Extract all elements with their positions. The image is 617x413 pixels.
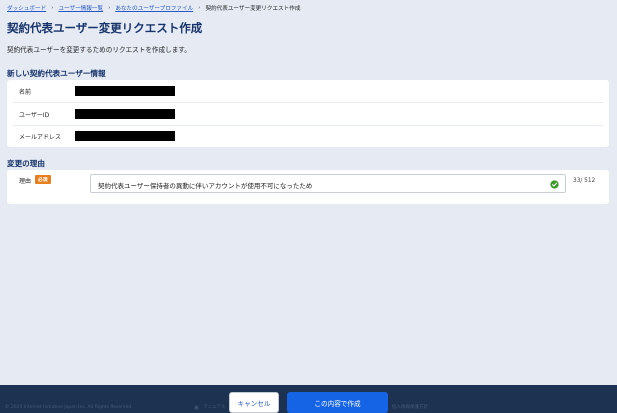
breadcrumb-link-dashboard[interactable]: ダッシュボード [7,4,46,12]
reason-card: 理由 必須 契約代表ユーザー保持者の異動に伴いアカウントが使用不可になったため … [7,170,609,204]
footer-privacy-link[interactable]: 個人情報保護方針 [392,404,428,410]
breadcrumb-current: 契約代表ユーザー変更リクエスト作成 [205,6,301,12]
reason-section-title: 変更の理由 [7,159,45,168]
create-submit-button[interactable]: この内容で作成 [287,392,388,413]
user-id-label: ユーザーID [19,111,50,119]
breadcrumb: ダッシュボード › ユーザー情報一覧 › あなたのユーザープロファイル › 契約… [7,3,300,13]
breadcrumb-separator: › [198,5,201,11]
cancel-button[interactable]: キャンセル [229,392,279,413]
email-row: メールアドレス [7,125,609,147]
reason-input-value: 契約代表ユーザー保持者の異動に伴いアカウントが使用不可になったため [98,182,313,190]
email-label: メールアドレス [19,133,62,141]
breadcrumb-separator: › [51,5,54,11]
breadcrumb-link-user-profile[interactable]: あなたのユーザープロファイル [115,4,193,12]
breadcrumb-link-user-list[interactable]: ユーザー情報一覧 [58,4,103,12]
user-id-value-redacted [75,109,175,119]
reason-input[interactable]: 契約代表ユーザー保持者の異動に伴いアカウントが使用不可になったため [90,174,566,193]
name-value-redacted [75,86,175,96]
footer-manual-link[interactable]: マニュアル [203,404,225,410]
manual-icon: ▣ [194,405,199,411]
name-label: 名前 [19,88,32,96]
page-description: 契約代表ユーザーを変更するためのリクエストを作成します。 [7,46,191,54]
required-badge: 必須 [35,175,51,184]
reason-label: 理由 [19,178,32,185]
character-counter: 33/ 512 [573,178,596,184]
footer-copyright: © 2024 Internet Initiative Japan Inc. Al… [5,405,133,410]
email-value-redacted [75,131,175,141]
check-circle-icon [550,179,559,189]
name-row: 名前 [7,80,609,102]
user-id-row: ユーザーID [7,103,609,125]
new-user-section-title: 新しい契約代表ユーザー情報 [7,69,106,78]
page-title: 契約代表ユーザー変更リクエスト作成 [7,21,203,35]
new-user-card: 名前 ユーザーID メールアドレス [7,80,609,147]
breadcrumb-separator: › [108,5,111,11]
